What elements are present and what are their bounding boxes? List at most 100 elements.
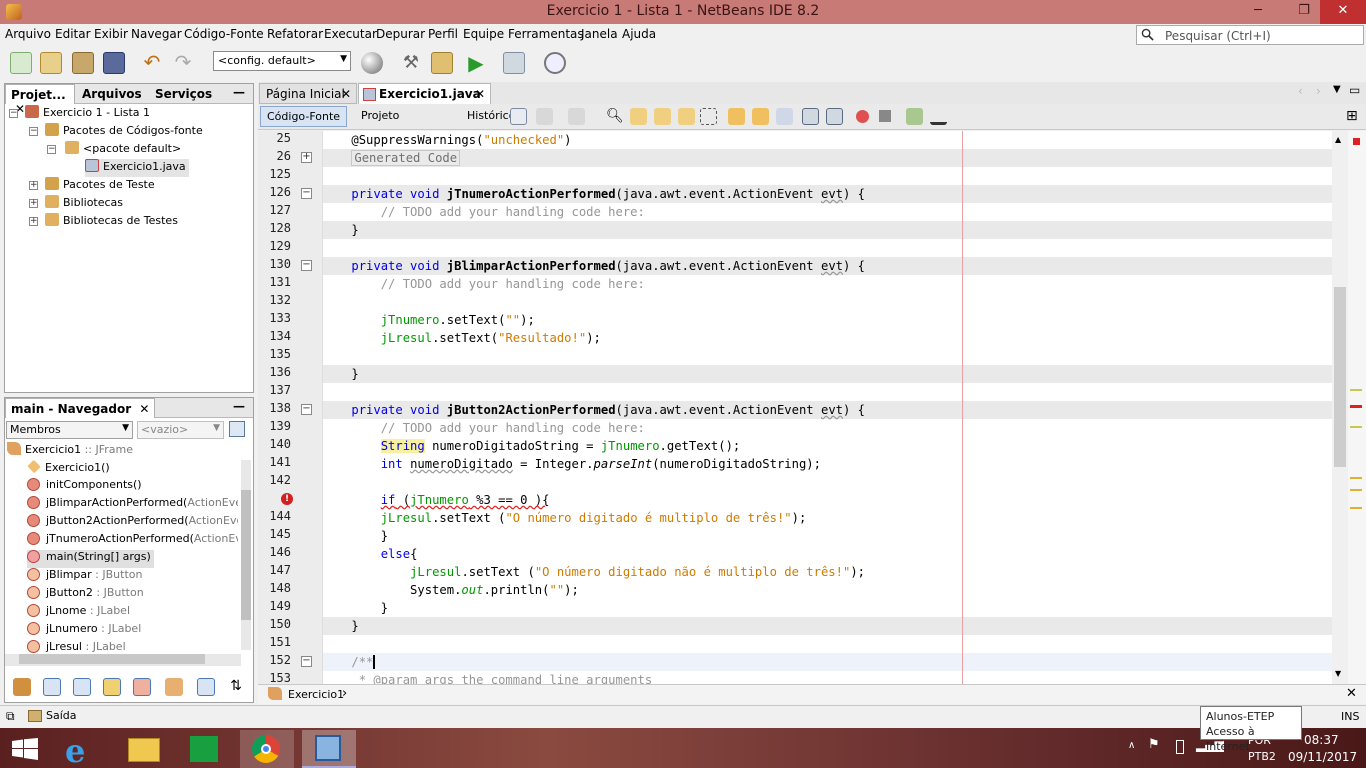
nav-item[interactable]: jButton2 : JButton <box>27 586 144 604</box>
shift-left-icon[interactable] <box>802 108 819 125</box>
menu-ajuda[interactable]: Ajuda <box>622 27 656 41</box>
nav-item[interactable]: jTnumeroActionPerformed(ActionEvent <box>27 532 238 550</box>
navigator-vscrollbar[interactable] <box>241 460 251 650</box>
sort-by-source-icon[interactable]: ⇅ <box>227 678 245 696</box>
output-label[interactable]: Saída <box>46 709 77 722</box>
nav-item[interactable]: jLnumero : JLabel <box>27 622 141 640</box>
maximize-icon[interactable]: ▭ <box>1349 83 1360 97</box>
sort-by-name-icon[interactable] <box>197 678 215 696</box>
taskbar-netbeans[interactable] <box>302 730 356 768</box>
tree-default-package[interactable]: <pacote default> <box>65 141 181 159</box>
menu-refatorar[interactable]: Refatorar <box>267 27 323 41</box>
taskbar-chrome[interactable] <box>240 730 294 768</box>
debug-icon[interactable] <box>503 52 525 74</box>
open-project-icon[interactable] <box>72 52 94 74</box>
clean-build-icon[interactable] <box>431 52 453 74</box>
error-stripe[interactable] <box>1348 131 1366 684</box>
navigator-root[interactable]: Exercicio1 :: JFrame <box>7 442 133 460</box>
taskbar-ie[interactable]: e <box>55 730 109 768</box>
tab-list-icon[interactable]: ▼ <box>1333 84 1341 95</box>
new-file-icon[interactable] <box>10 52 32 74</box>
tree-project[interactable]: Exercicio 1 - Lista 1 <box>25 105 150 123</box>
stripe-mark[interactable] <box>1350 489 1362 491</box>
breadcrumb-item[interactable]: Exercicio1 <box>288 688 344 701</box>
tree-libraries[interactable]: Bibliotecas <box>45 195 123 213</box>
last-edit-icon[interactable] <box>510 108 527 125</box>
undo-icon[interactable]: ↶ <box>141 52 163 74</box>
forward-icon[interactable] <box>568 108 585 125</box>
menu-equipe[interactable]: Equipe <box>463 27 504 41</box>
nav-item[interactable]: jLresul : JLabel <box>27 640 126 654</box>
scroll-down-icon[interactable]: ▼ <box>1335 669 1341 678</box>
clock-date[interactable]: 09/11/2017 <box>1288 750 1357 764</box>
battery-icon[interactable] <box>1176 740 1184 754</box>
chevron-right-icon[interactable]: › <box>342 686 347 701</box>
expand-icon[interactable]: + <box>29 199 38 208</box>
taskbar-explorer[interactable] <box>117 730 171 768</box>
tab-pagina-inicial[interactable]: Página Inicial ✕ <box>259 83 357 104</box>
minimize-button[interactable]: ─ <box>1243 0 1273 24</box>
close-icon[interactable]: ✕ <box>475 87 485 101</box>
toggle-bookmark-icon[interactable] <box>776 108 793 125</box>
stripe-mark[interactable] <box>1350 405 1362 408</box>
menu-ferramentas[interactable]: Ferramentas <box>508 27 584 41</box>
save-all-icon[interactable] <box>103 52 125 74</box>
tree-source-packages[interactable]: Pacotes de Códigos-fonte <box>45 123 203 141</box>
action-center-flag-icon[interactable]: ⚑ <box>1148 737 1160 752</box>
menu-depurar[interactable]: Depurar <box>376 27 425 41</box>
taskbar-store[interactable] <box>178 730 232 768</box>
close-icon[interactable]: ✕ <box>341 87 351 101</box>
scroll-thumb[interactable] <box>19 654 205 664</box>
shift-right-icon[interactable] <box>826 108 843 125</box>
search-input[interactable]: Pesquisar (Ctrl+I) <box>1136 25 1364 45</box>
members-select[interactable]: Membros ▼ <box>6 421 133 439</box>
tab-navigator[interactable]: main - Navegador ✕ <box>5 398 156 418</box>
start-macro-icon[interactable] <box>856 110 869 123</box>
toggle-highlight-icon[interactable] <box>678 108 695 125</box>
scroll-up-icon[interactable]: ▲ <box>1335 135 1341 144</box>
menu-navegar[interactable]: Navegar <box>131 27 182 41</box>
menu-exibir[interactable]: Exibir <box>94 27 128 41</box>
prev-bookmark-icon[interactable] <box>728 108 745 125</box>
toggle-static-icon[interactable] <box>73 678 91 696</box>
globe-icon[interactable] <box>361 52 383 74</box>
run-icon[interactable]: ▶ <box>465 52 487 74</box>
tree-test-libraries[interactable]: Bibliotecas de Testes <box>45 213 178 231</box>
empty-select[interactable]: <vazio> ▼ <box>137 421 224 439</box>
collapse-fold-icon[interactable]: − <box>301 404 312 415</box>
minimize-panel-icon[interactable]: — <box>233 85 245 99</box>
scroll-right-icon[interactable]: › <box>1316 84 1321 98</box>
editor-vscrollbar[interactable]: ▲ ▼ <box>1332 131 1348 684</box>
scroll-left-icon[interactable]: ‹ <box>1298 84 1303 98</box>
collapse-fold-icon[interactable]: − <box>301 188 312 199</box>
tab-arquivos[interactable]: Arquivos <box>77 84 147 104</box>
uncomment-icon[interactable] <box>930 108 947 125</box>
toggle-fields-icon[interactable] <box>43 678 61 696</box>
collapse-icon[interactable]: − <box>9 109 18 118</box>
menu-executar[interactable]: Executar <box>324 27 377 41</box>
collapse-fold-icon[interactable]: − <box>301 656 312 667</box>
stop-macro-icon[interactable] <box>879 110 891 122</box>
hierarchy-icon[interactable] <box>13 678 31 696</box>
back-icon[interactable] <box>536 108 553 125</box>
menu-janela[interactable]: Janela <box>581 27 618 41</box>
stripe-mark[interactable] <box>1350 426 1362 428</box>
restore-button[interactable]: ❐ <box>1289 0 1319 24</box>
nav-item[interactable]: jButton2ActionPerformed(ActionEvent e <box>27 514 238 532</box>
nav-item[interactable]: jLnome : JLabel <box>27 604 130 622</box>
tab-exercicio1-java[interactable]: Exercicio1.java ✕ <box>358 83 491 104</box>
toggle-inherited-icon[interactable] <box>103 678 121 696</box>
find-previous-icon[interactable] <box>630 108 647 125</box>
new-project-icon[interactable] <box>40 52 62 74</box>
minimize-panel-icon[interactable]: — <box>233 399 245 413</box>
collapse-icon[interactable]: − <box>29 127 38 136</box>
profile-icon[interactable] <box>544 52 566 74</box>
build-hammer-icon[interactable]: ⚒ <box>400 52 422 74</box>
restore-window-icon[interactable]: ⧉ <box>6 709 15 724</box>
find-next-icon[interactable] <box>654 108 671 125</box>
stripe-mark[interactable] <box>1350 507 1362 509</box>
nav-item-selected[interactable]: main(String[] args) <box>27 550 154 568</box>
fqn-icon[interactable] <box>165 678 183 696</box>
menu-perfil[interactable]: Perfil <box>428 27 458 41</box>
scroll-thumb[interactable] <box>1334 287 1346 467</box>
